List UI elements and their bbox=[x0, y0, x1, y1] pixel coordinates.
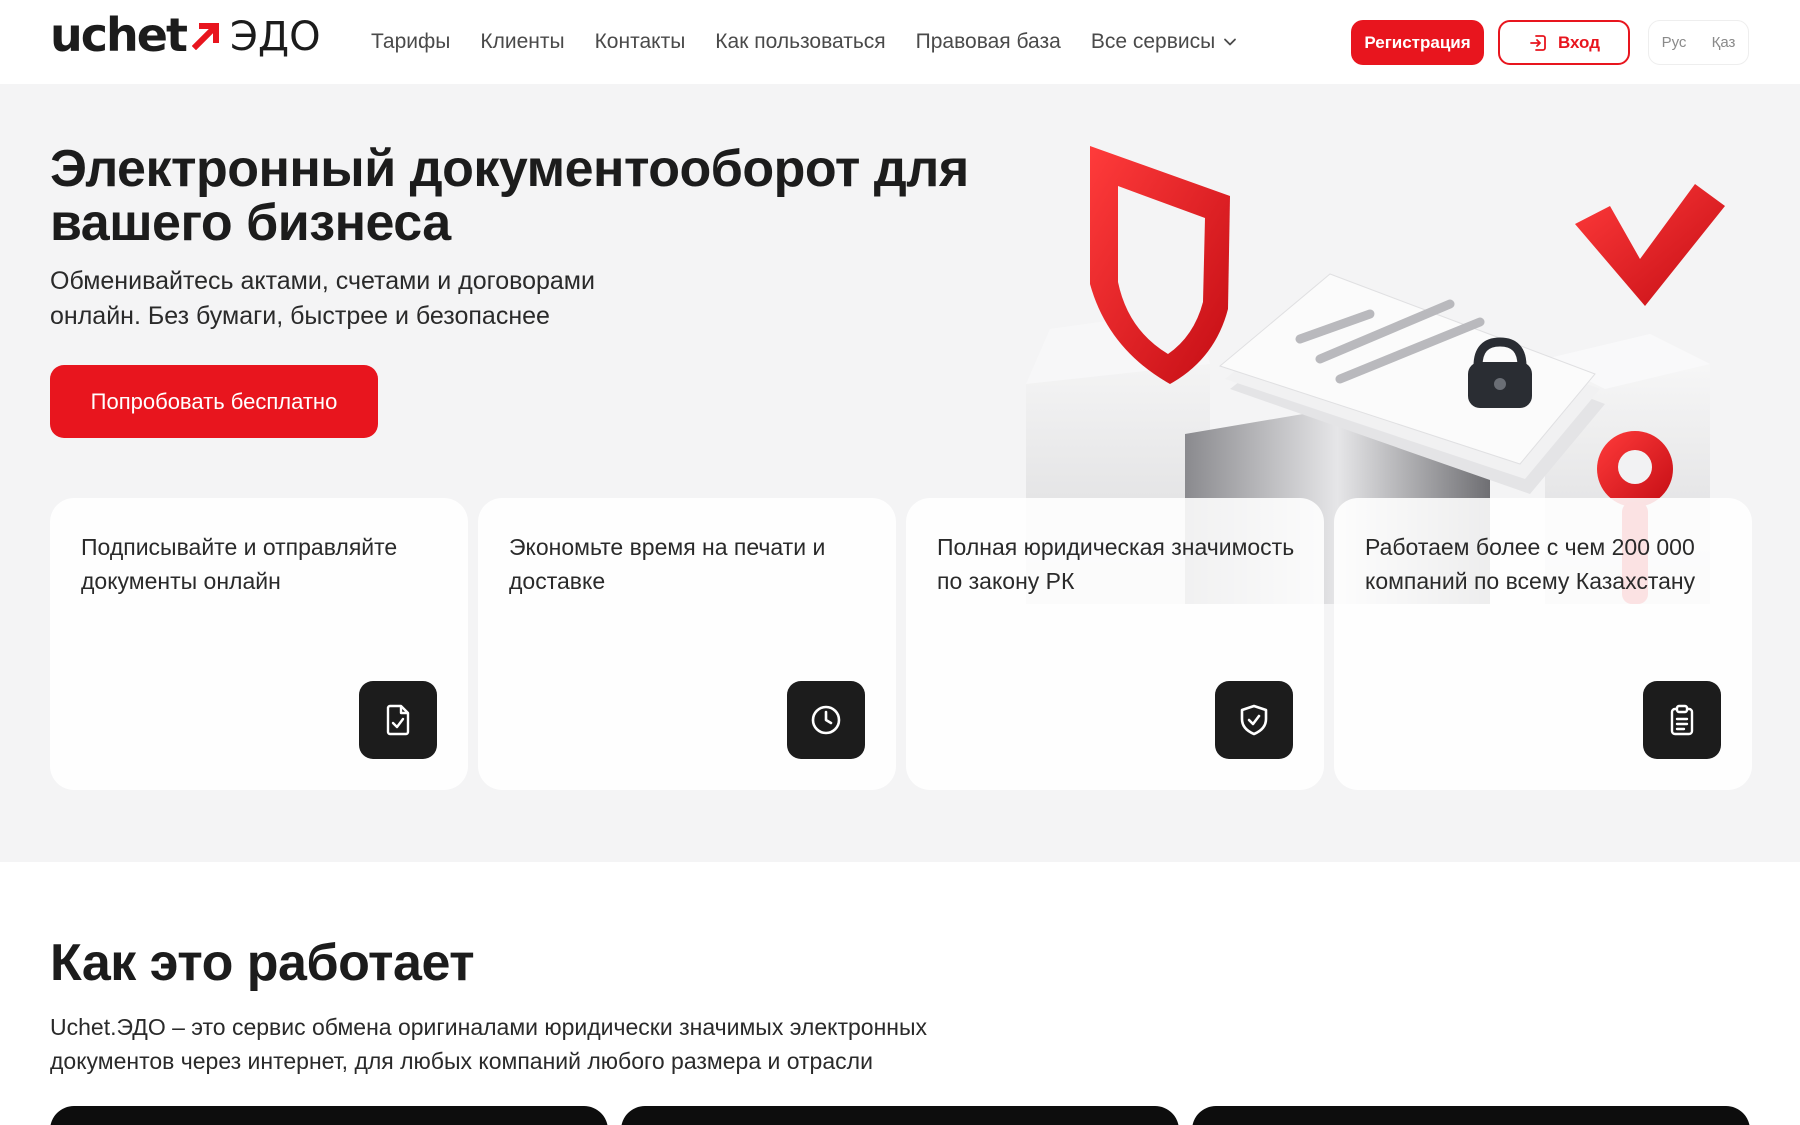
nav-legal-base-label: Правовая база bbox=[915, 30, 1061, 53]
lang-kz[interactable]: Қаз bbox=[1712, 34, 1736, 51]
feature-card-legal: Полная юридическая значимость по закону … bbox=[906, 498, 1324, 790]
feature-text: Экономьте время на печати и доставке bbox=[509, 534, 826, 594]
logo-arrow-icon bbox=[191, 23, 219, 50]
language-switcher: Рус Қаз bbox=[1648, 20, 1749, 65]
step-card bbox=[1192, 1106, 1750, 1125]
nav-all-services[interactable]: Все сервисы bbox=[1091, 30, 1237, 54]
feature-text: Подписывайте и отправляйте документы онл… bbox=[81, 534, 398, 594]
register-button[interactable]: Регистрация bbox=[1351, 20, 1484, 65]
how-it-works-description: Uchet.ЭДО – это сервис обмена оригиналам… bbox=[50, 1014, 928, 1074]
feature-cards: Подписывайте и отправляйте документы онл… bbox=[50, 498, 1752, 790]
hero-section: Электронный документооборот для вашего б… bbox=[0, 84, 1800, 862]
clipboard-icon bbox=[1643, 681, 1721, 759]
how-it-works-title: Как это работает bbox=[50, 934, 475, 992]
nav-contacts[interactable]: Контакты bbox=[595, 30, 686, 54]
feature-card-sign: Подписывайте и отправляйте документы онл… bbox=[50, 498, 468, 790]
nav-all-services-label: Все сервисы bbox=[1090, 30, 1216, 53]
feature-text: Работаем более с чем 200 000 компаний по… bbox=[1365, 534, 1696, 594]
nav-how-to-use[interactable]: Как пользоваться bbox=[715, 30, 885, 54]
logo-suffix: ЭДО bbox=[229, 14, 321, 60]
feature-card-time: Экономьте время на печати и доставке bbox=[478, 498, 896, 790]
login-button[interactable]: Вход bbox=[1498, 20, 1630, 65]
feature-card-companies: Работаем более с чем 200 000 компаний по… bbox=[1334, 498, 1752, 790]
login-icon bbox=[1530, 34, 1546, 51]
shield-check-icon bbox=[1215, 681, 1293, 759]
hero-title: Электронный документооборот для вашего б… bbox=[50, 140, 969, 252]
logo-word: uchet bbox=[50, 8, 188, 62]
nav-tariffs[interactable]: Тарифы bbox=[371, 30, 450, 54]
lang-ru[interactable]: Рус bbox=[1662, 34, 1687, 51]
clock-icon bbox=[787, 681, 865, 759]
step-card bbox=[50, 1106, 608, 1125]
hero-subtitle: Обменивайтесь актами, счетами и договора… bbox=[50, 267, 595, 330]
nav-clients[interactable]: Клиенты bbox=[480, 30, 564, 54]
main-nav: Тарифы Клиенты Контакты Как пользоваться… bbox=[371, 0, 1237, 84]
step-card bbox=[621, 1106, 1179, 1125]
login-label: Вход bbox=[1557, 32, 1601, 52]
try-free-button[interactable]: Попробовать бесплатно bbox=[50, 365, 378, 438]
site-header: uchet ЭДО Тарифы Клиенты Контакты Как по… bbox=[0, 0, 1800, 84]
how-it-works-cards bbox=[50, 1106, 1750, 1125]
nav-clients-label: Клиенты bbox=[480, 30, 565, 53]
nav-tariffs-label: Тарифы bbox=[371, 30, 451, 53]
feature-text: Полная юридическая значимость по закону … bbox=[937, 534, 1295, 594]
nav-legal-base[interactable]: Правовая база bbox=[916, 30, 1061, 54]
nav-how-to-use-label: Как пользоваться bbox=[715, 30, 886, 53]
document-check-icon bbox=[359, 681, 437, 759]
chevron-down-icon bbox=[1224, 38, 1237, 46]
nav-contacts-label: Контакты bbox=[594, 30, 686, 53]
logo[interactable]: uchet ЭДО bbox=[50, 12, 321, 58]
